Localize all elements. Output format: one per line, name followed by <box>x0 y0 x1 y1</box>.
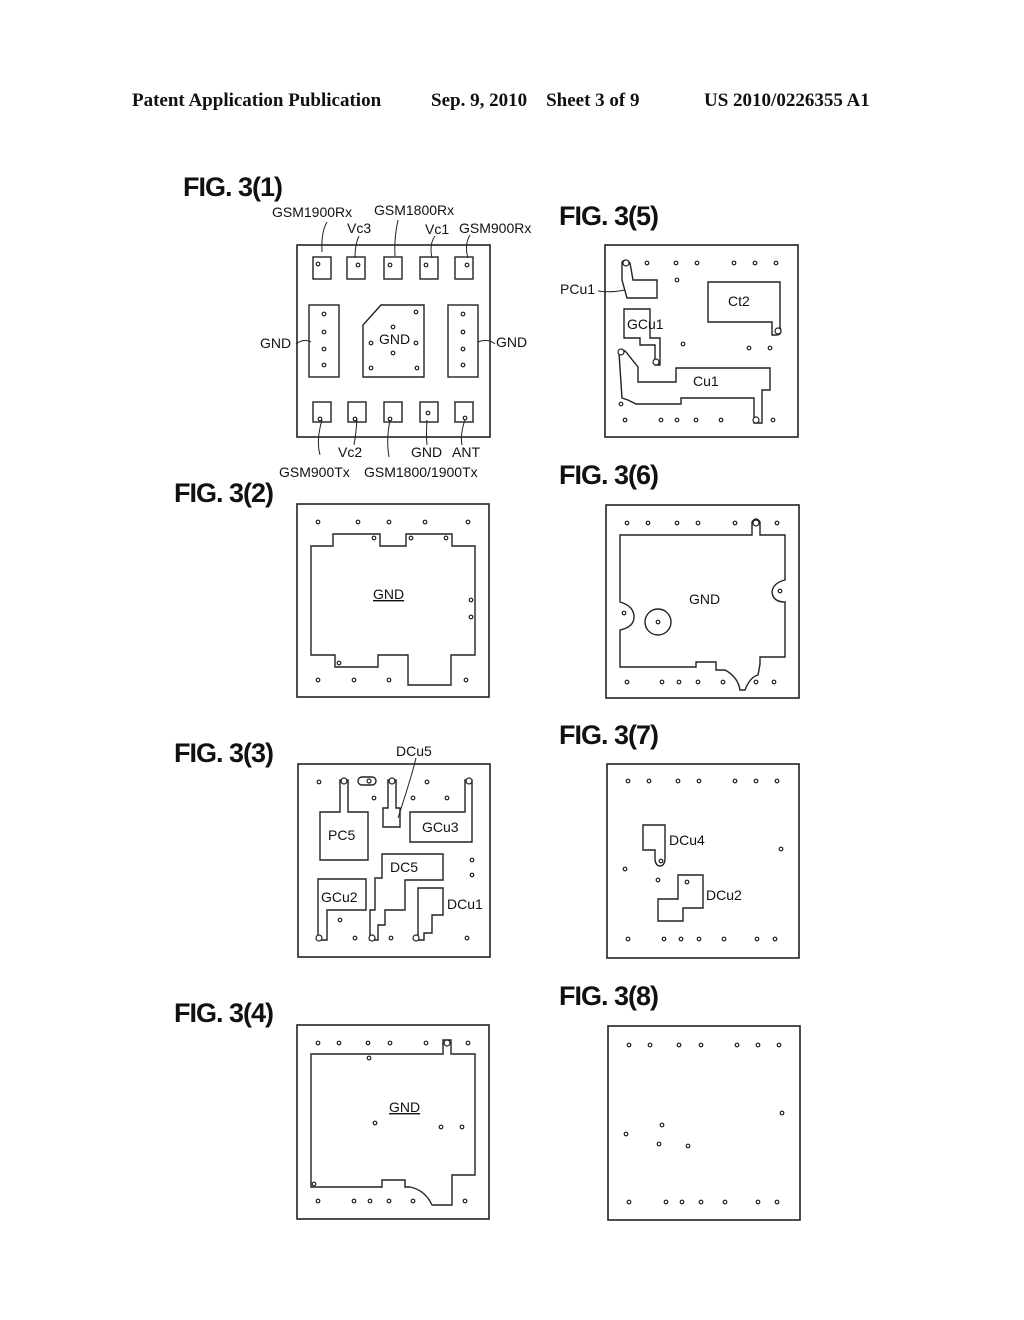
fig-3-8-vias <box>623 1042 785 1205</box>
fig-3-8-drawing <box>607 1025 801 1221</box>
fig-3-8-board <box>607 1025 801 1221</box>
